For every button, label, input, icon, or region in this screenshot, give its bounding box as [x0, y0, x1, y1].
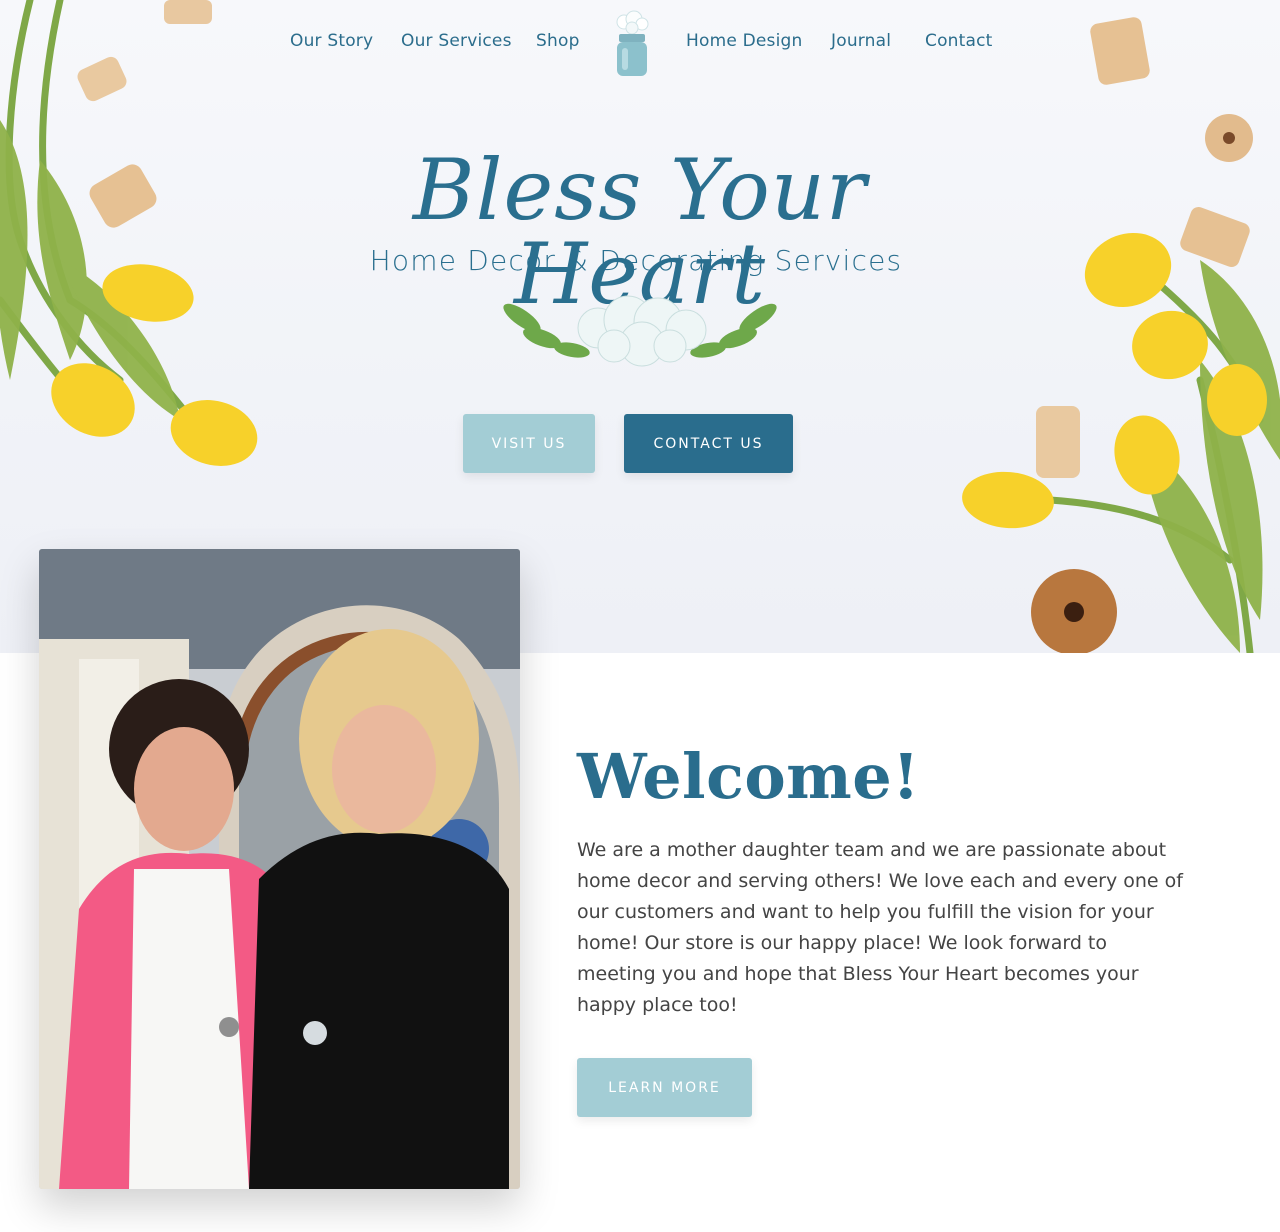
welcome-heading: Welcome!: [577, 740, 920, 813]
nav-contact[interactable]: Contact: [925, 31, 993, 51]
hydrangea-wreath-icon: [503, 295, 777, 367]
nav-shop[interactable]: Shop: [536, 31, 580, 51]
team-photo: [39, 549, 520, 1189]
visit-us-button[interactable]: VISIT US: [463, 414, 595, 473]
mason-jar-icon[interactable]: [612, 10, 652, 78]
nav-our-services[interactable]: Our Services: [401, 31, 512, 51]
brand-logo-subtitle: Home Decor & Decorating Services: [369, 244, 903, 277]
nav-journal[interactable]: Journal: [831, 31, 891, 51]
learn-more-button[interactable]: LEARN MORE: [577, 1058, 752, 1117]
nav-home-design[interactable]: Home Design: [686, 31, 803, 51]
main-navigation: Our Story Our Services Shop Home Design …: [0, 0, 1280, 90]
nav-our-story[interactable]: Our Story: [290, 31, 373, 51]
welcome-paragraph: We are a mother daughter team and we are…: [577, 839, 1183, 1016]
contact-us-button[interactable]: CONTACT US: [624, 414, 793, 473]
